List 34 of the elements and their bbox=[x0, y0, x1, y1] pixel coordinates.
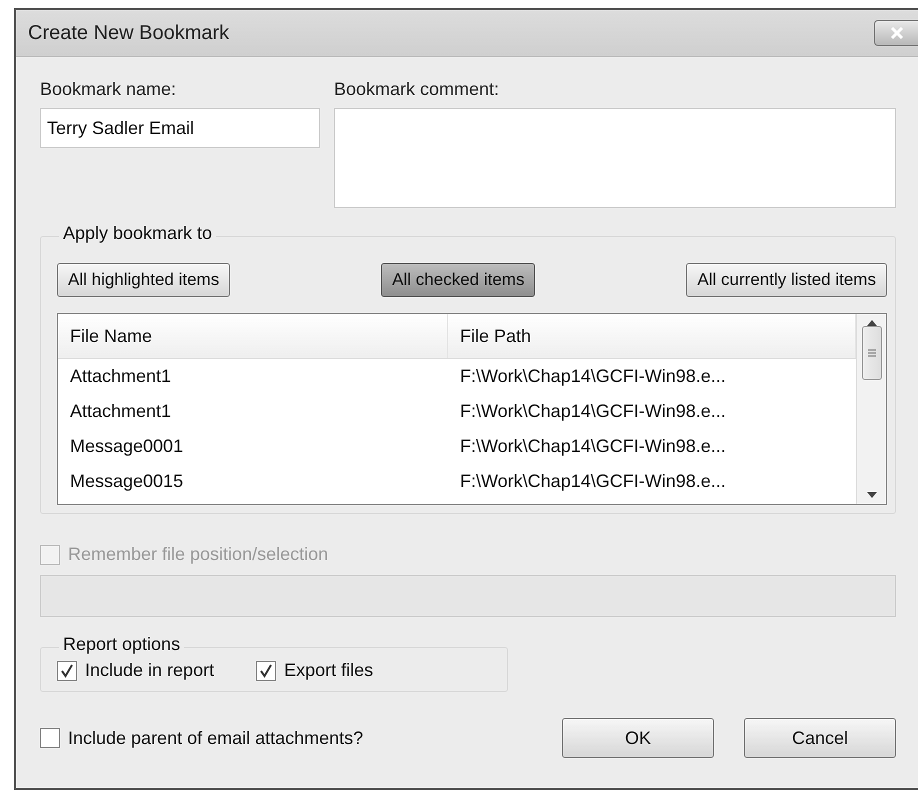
table-cell-text: F:\Work\Chap14\GCFI-Win98.e... bbox=[459, 366, 727, 387]
table-cell-text: Attachment1 bbox=[69, 401, 172, 422]
checkbox[interactable] bbox=[57, 660, 77, 680]
checkbox-label: Include parent of email attachments? bbox=[68, 728, 364, 748]
ok-button[interactable]: OK bbox=[562, 718, 714, 758]
comment-field[interactable] bbox=[334, 108, 896, 208]
window-title: Create New Bookmark bbox=[28, 22, 230, 44]
table-cell-text: Message0015 bbox=[69, 471, 184, 492]
group-title: Apply bookmark to bbox=[59, 223, 216, 244]
close-button[interactable] bbox=[874, 20, 918, 46]
up-arrow-icon[interactable] bbox=[866, 320, 876, 326]
scrollbar[interactable] bbox=[856, 314, 886, 504]
apply-button[interactable]: All highlighted items bbox=[57, 263, 230, 297]
scroll-thumb[interactable] bbox=[862, 326, 882, 380]
cancel-button[interactable]: Cancel bbox=[744, 718, 896, 758]
column-header[interactable]: File Name bbox=[58, 314, 448, 358]
table-cell-text: Message0001 bbox=[69, 436, 184, 457]
close-icon bbox=[890, 27, 904, 39]
bookmark-name-field[interactable]: Terry Sadler Email bbox=[40, 108, 320, 148]
field-label: Bookmark name: bbox=[40, 79, 178, 100]
checkbox[interactable] bbox=[40, 728, 60, 748]
apply-button[interactable]: All checked items bbox=[381, 263, 536, 297]
checkbox[interactable] bbox=[256, 660, 276, 680]
table-cell-text: F:\Work\Chap14\GCFI-Win98.e... bbox=[459, 471, 727, 492]
checkbox-label: Export files bbox=[284, 660, 374, 681]
checkbox-label: Include in report bbox=[85, 660, 214, 681]
table-cell-text: F:\Work\Chap14\GCFI-Win98.e... bbox=[459, 401, 727, 422]
checkbox-label: Remember file position/selection bbox=[68, 544, 328, 565]
table-cell-text: Attachment1 bbox=[69, 366, 172, 387]
down-arrow-icon[interactable] bbox=[866, 492, 876, 498]
table-cell-text: F:\Work\Chap14\GCFI-Win98.e... bbox=[459, 436, 727, 457]
group-title: Report options bbox=[59, 634, 184, 655]
apply-button[interactable]: All currently listed items bbox=[686, 263, 887, 297]
field-label: Bookmark comment: bbox=[334, 79, 500, 100]
